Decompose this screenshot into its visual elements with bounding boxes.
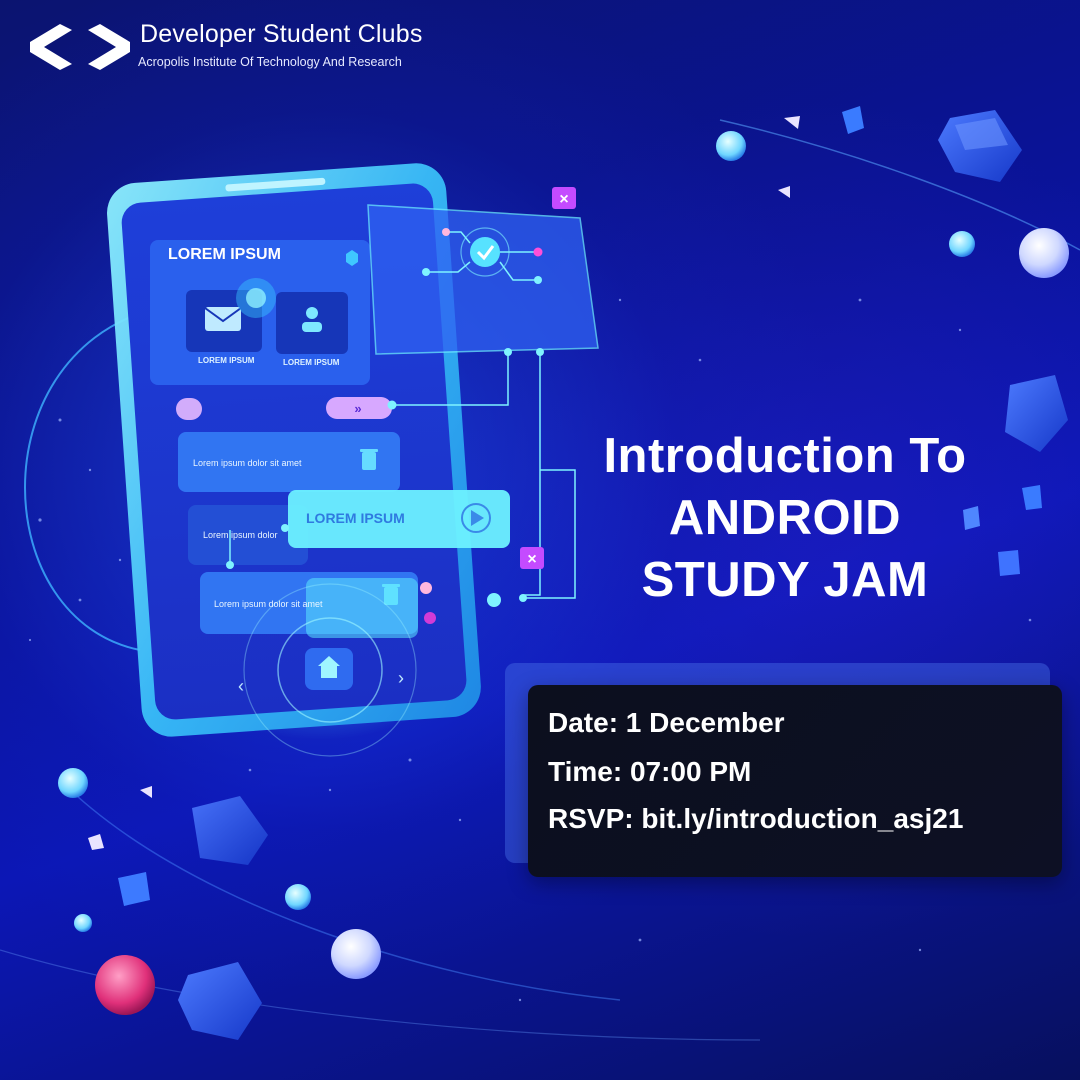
svg-text:›: ›	[398, 668, 404, 688]
svg-text:»: »	[354, 401, 361, 416]
phone-header-text: LOREM IPSUM	[168, 246, 281, 263]
gdsc-logo-icon	[30, 24, 130, 70]
svg-text:‹: ‹	[238, 676, 244, 696]
event-headline: Introduction To ANDROID STUDY JAM	[560, 425, 1010, 611]
list-item-text: Lorem ipsum dolor sit amet	[193, 458, 302, 468]
close-icon: ×	[520, 547, 544, 569]
event-details-card: Date: 1 December Time: 07:00 PM RSVP: bi…	[528, 685, 1062, 877]
svg-text:×: ×	[527, 551, 536, 568]
event-date: Date: 1 December	[548, 707, 785, 738]
tile-label: LOREM IPSUM	[198, 356, 255, 365]
event-time: Time: 07:00 PM	[548, 756, 752, 787]
brand-header: Developer Student Clubs Acropolis Instit…	[30, 20, 490, 80]
svg-text:×: ×	[559, 191, 568, 208]
headline-line-1: Introduction To	[603, 429, 967, 483]
event-rsvp-link[interactable]: RSVP: bit.ly/introduction_asj21	[548, 803, 963, 835]
headline-line-2: ANDROID	[668, 491, 902, 545]
headline-line-3: STUDY JAM	[641, 553, 929, 607]
floating-button-label: LOREM IPSUM	[306, 510, 405, 526]
poster: » ‹ › × × LOREM IPSUM LOREM IPSUM LOREM …	[0, 0, 1080, 1080]
list-item-text: Lorem ipsum dolor sit amet	[214, 599, 323, 609]
brand-subtitle: Acropolis Institute Of Technology And Re…	[138, 55, 402, 69]
mail-icon	[204, 307, 242, 331]
list-item-text: Lorem ipsum dolor	[203, 530, 278, 540]
tile-label: LOREM IPSUM	[283, 358, 340, 367]
close-icon: ×	[552, 187, 576, 209]
brand-title: Developer Student Clubs	[140, 20, 423, 48]
